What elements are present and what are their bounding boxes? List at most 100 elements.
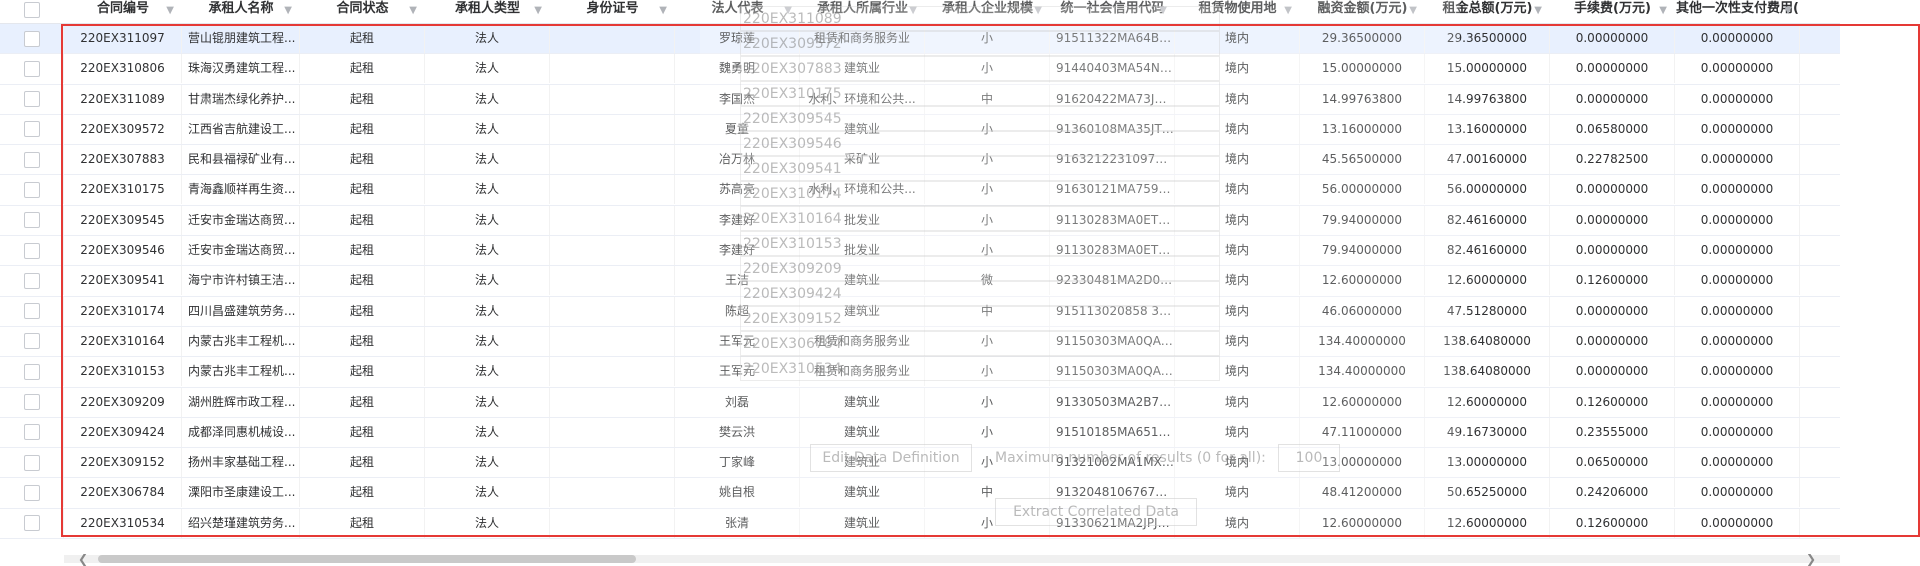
table-cell[interactable] [550,387,675,417]
table-cell[interactable]: 220EX310174 [64,296,182,326]
table-cell[interactable]: 租赁和商务服务业 [800,24,925,53]
table-cell[interactable]: 起租 [300,236,425,266]
table-cell[interactable]: 境内 [1175,84,1300,114]
row-checkbox[interactable] [23,121,40,138]
table-cell[interactable]: 中 [925,296,1050,326]
table-cell[interactable]: 起租 [300,205,425,235]
table-cell[interactable]: 江西省吉航建设工... [182,114,300,144]
table-row[interactable]: 220EX309424 成都泽同惠机械设... 起租 法人 樊云洪 建筑业小 9151018… [0,417,1840,449]
table-cell[interactable]: 租赁和商务服务业 [800,357,925,387]
table-cell[interactable]: 起租 [300,326,425,356]
table-cell[interactable]: 境内 [1175,448,1300,478]
table-cell[interactable]: 租赁和商务服务业 [800,326,925,356]
table-cell[interactable]: 47.51280000 [1425,296,1550,326]
table-cell[interactable]: 79.94000000 [1300,236,1425,266]
table-cell[interactable]: 0.00000000 [1675,114,1800,144]
checkbox[interactable] [24,2,40,18]
table-row[interactable]: 220EX311097 营山锟朋建筑工程... 起租 法人 罗琼莲 租赁和商务服务业小 91… [0,24,1840,55]
table-cell[interactable]: 海宁市许村镇王洁... [182,266,300,296]
table-cell[interactable]: 91330503MA2B7H6... [1050,387,1175,417]
table-cell[interactable]: 0.00000000 [1675,145,1800,175]
table-cell[interactable]: 法人 [425,205,550,235]
filter-icon[interactable]: ▼ [1784,2,1792,20]
table-cell[interactable]: 0.00000000 [1550,84,1675,114]
table-cell[interactable]: 法人 [425,54,550,84]
table-cell[interactable]: 张清 [675,508,800,538]
table-cell[interactable] [550,508,675,538]
table-row[interactable]: 220EX310153 内蒙古兆丰工程机... 起租 法人 王军元 租赁和商务服务业小 91… [0,357,1840,388]
table-cell[interactable]: 91630121MA7598K... [1050,175,1175,205]
table-cell[interactable]: 小 [925,145,1050,175]
table-cell[interactable]: 12.60000000 [1300,387,1425,417]
table-cell[interactable]: 微 [925,266,1050,296]
table-cell[interactable]: 91130283MA0ET09... [1050,205,1175,235]
table-cell[interactable]: 湖州胜辉市政工程... [182,387,300,417]
table-cell[interactable]: 扬州丰家基础工程... [182,448,300,478]
table-cell[interactable]: 李建好 [675,236,800,266]
table-cell[interactable]: 夏童 [675,114,800,144]
table-cell[interactable]: 起租 [300,448,425,478]
table-cell[interactable]: 0.00000000 [1675,387,1800,417]
column-header[interactable]: 合同状态 ▼ [300,0,425,24]
table-cell[interactable]: 0.00000000 [1675,266,1800,296]
table-cell[interactable]: 小 [925,326,1050,356]
table-cell[interactable]: 220EX309546 [64,236,182,266]
table-cell[interactable]: 56.00000000 [1300,175,1425,205]
table-cell[interactable]: 913204810676711 8... [1050,478,1175,508]
table-cell[interactable]: 迁安市金瑞达商贸... [182,205,300,235]
table-cell[interactable]: 境内 [1175,508,1300,538]
table-cell[interactable] [550,266,675,296]
table-row[interactable]: 220EX311089 甘肃瑞杰绿化养护... 起租 法人 李国杰 水利、环境和公共...… [0,84,1840,115]
table-cell[interactable]: 13.16000000 [1425,114,1550,144]
table-cell[interactable]: 91511322MA64B8L... [1050,24,1175,53]
table-cell[interactable]: 46.06000000 [1300,296,1425,326]
table-cell[interactable]: 批发业 [800,236,925,266]
select-all-checkbox[interactable] [0,0,64,24]
table-cell[interactable]: 境内 [1175,357,1300,387]
table-cell[interactable] [550,54,675,84]
table-cell[interactable] [550,326,675,356]
table-row[interactable]: 220EX310175 青海鑫顺祥再生资... 起租 法人 苏高亮 水利、环境和公共...… [0,175,1840,206]
table-cell[interactable]: 小 [925,357,1050,387]
table-cell[interactable]: 50.65250000 [1425,478,1550,508]
table-row[interactable]: 220EX309209 湖州胜辉市政工程... 起租 法人 刘磊 建筑业小 91330503… [0,387,1840,418]
row-checkbox[interactable] [23,484,40,501]
table-cell[interactable]: 境内 [1175,266,1300,296]
table-cell[interactable]: 法人 [425,145,550,175]
row-checkbox[interactable] [23,60,40,77]
table-cell[interactable]: 王洁 [675,266,800,296]
table-cell[interactable]: 境内 [1175,478,1300,508]
table-cell[interactable]: 境内 [1175,114,1300,144]
table-row[interactable]: 220EX310164 内蒙古兆丰工程机... 起租 法人 王军元 租赁和商务服务业小 91… [0,326,1840,358]
row-checkbox-cell[interactable] [0,417,64,447]
table-cell[interactable]: 13.16000000 [1300,114,1425,144]
table-row[interactable]: 220EX309545 迁安市金瑞达商贸... 起租 法人 李建好 批发业小 9113028… [0,205,1840,237]
table-cell[interactable]: 220EX310806 [64,54,182,84]
column-header[interactable]: 承租人所属行业 ▼ [800,0,925,24]
table-cell[interactable]: 法人 [425,296,550,326]
table-cell[interactable]: 220EX306784 [64,478,182,508]
filter-icon[interactable]: ▼ [166,2,174,20]
column-header[interactable]: 租金总额(万元) ▼ [1425,0,1550,24]
table-cell[interactable]: 0.00000000 [1550,175,1675,205]
table-cell[interactable]: 王军元 [675,326,800,356]
table-cell[interactable]: 法人 [425,508,550,538]
table-cell[interactable]: 91620422MA73J9K... [1050,84,1175,114]
table-cell[interactable]: 0.00000000 [1550,236,1675,266]
filter-icon[interactable]: ▼ [409,2,417,20]
table-cell[interactable]: 法人 [425,114,550,144]
table-cell[interactable]: 水利、环境和公共... [800,84,925,114]
table-cell[interactable]: 134.40000000 [1300,357,1425,387]
table-cell[interactable]: 47.00160000 [1425,145,1550,175]
filter-icon[interactable]: ▼ [1409,2,1417,20]
table-cell[interactable]: 0.00000000 [1675,54,1800,84]
row-checkbox[interactable] [23,363,40,380]
filter-icon[interactable]: ▼ [659,2,667,20]
filter-icon[interactable]: ▼ [1159,2,1167,20]
column-header[interactable]: 手续费(万元) ▼ [1550,0,1675,24]
table-cell[interactable]: 220EX310164 [64,326,182,356]
table-cell[interactable]: 法人 [425,448,550,478]
table-cell[interactable]: 建筑业 [800,114,925,144]
table-cell[interactable]: 0.00000000 [1675,326,1800,356]
table-cell[interactable]: 134.40000000 [1300,326,1425,356]
